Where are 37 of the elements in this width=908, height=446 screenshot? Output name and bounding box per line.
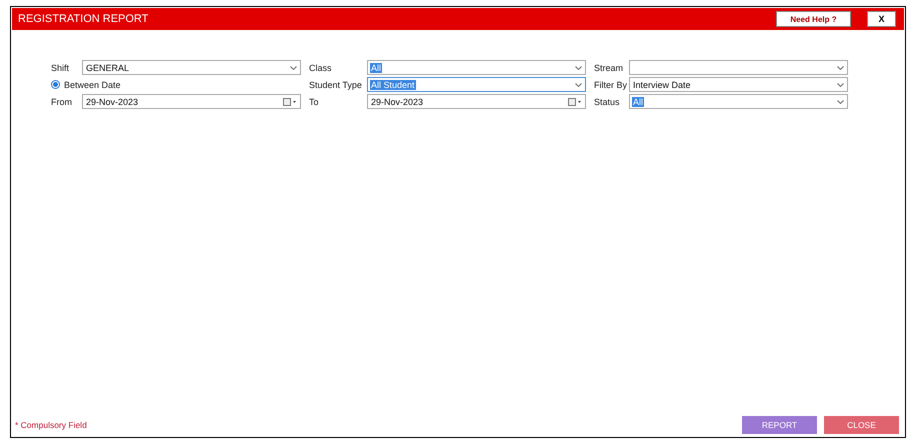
- field-value: GENERAL: [85, 62, 130, 72]
- field-label: Student Type: [309, 80, 363, 90]
- field-label: Shift: [51, 62, 70, 72]
- compulsory-note: * Compulsory Field: [15, 420, 88, 430]
- chevron-down-icon[interactable]: [837, 82, 844, 86]
- dropdown-field[interactable]: Interview Date: [629, 77, 848, 92]
- calendar-dropdown-icon[interactable]: [568, 98, 582, 106]
- close-button[interactable]: X: [867, 11, 896, 27]
- field-value: 29-Nov-2023: [85, 96, 140, 106]
- radio-button[interactable]: [51, 80, 60, 89]
- date-field[interactable]: 29-Nov-2023: [367, 94, 586, 109]
- calendar-dropdown-icon[interactable]: [283, 98, 297, 106]
- dropdown-field[interactable]: All Student: [367, 77, 586, 92]
- field-label: To: [309, 96, 320, 106]
- dropdown-field[interactable]: All: [629, 94, 848, 109]
- help-button[interactable]: Need Help ?: [776, 11, 851, 27]
- date-field[interactable]: 29-Nov-2023: [82, 94, 301, 109]
- chevron-down-icon[interactable]: [575, 66, 582, 70]
- field-label: Class: [309, 62, 333, 72]
- field-label: From: [51, 96, 73, 106]
- field-value: All Student: [370, 80, 416, 90]
- field-value: Interview Date: [632, 80, 692, 90]
- chevron-down-icon[interactable]: [290, 66, 297, 70]
- field-label: Stream: [594, 62, 624, 72]
- radio-label: Between Date: [64, 80, 121, 90]
- chevron-down-icon[interactable]: [837, 100, 844, 104]
- dropdown-field[interactable]: GENERAL: [82, 60, 301, 75]
- field-value: All: [632, 96, 644, 106]
- chevron-down-icon[interactable]: [837, 66, 844, 70]
- window-title: REGISTRATION REPORT: [18, 13, 150, 25]
- field-value: All: [370, 62, 382, 72]
- dropdown-field[interactable]: [629, 60, 848, 75]
- field-value: 29-Nov-2023: [370, 96, 424, 106]
- field-label: Status: [594, 96, 621, 106]
- field-label: Filter By: [594, 80, 628, 90]
- dropdown-field[interactable]: All: [367, 60, 586, 75]
- chevron-down-icon[interactable]: [575, 82, 582, 86]
